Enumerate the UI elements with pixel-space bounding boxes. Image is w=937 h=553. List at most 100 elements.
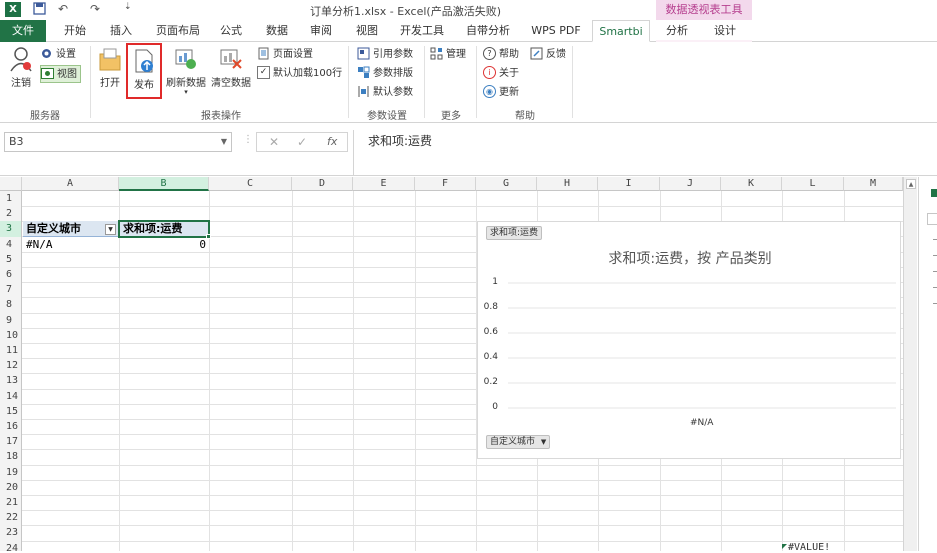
scroll-up-arrow-icon[interactable]: ▲ [906,179,916,189]
page-setup-button[interactable]: 页面设置 [257,46,313,64]
manage-button[interactable]: 管理 [430,46,466,64]
axis-field-button[interactable]: 自定义城市 ▼ [486,435,551,449]
row-header[interactable]: 14 [0,388,22,404]
row-header[interactable]: 4 [0,236,22,252]
ref-params-icon [357,47,370,60]
insert-function-icon[interactable]: fx [327,133,337,151]
column-header[interactable]: I [598,177,660,191]
row-header[interactable]: 7 [0,282,22,298]
active-cell-selection [118,220,210,238]
pivot-field-pane-edge[interactable] [918,177,937,551]
document-title: 订单分析1.xlsx - Excel(产品激活失败) [310,5,501,18]
filter-dropdown-icon[interactable]: ▼ [105,224,116,235]
logout-button[interactable]: 注销 [6,46,36,89]
column-header[interactable]: C [209,177,292,191]
column-header[interactable]: F [415,177,476,191]
tab-insert[interactable]: 插入 [102,20,140,42]
row-header[interactable]: 10 [0,327,22,343]
tab-builtin-analysis[interactable]: 自带分析 [460,20,516,42]
group-divider [476,46,477,118]
tab-wps-pdf[interactable]: WPS PDF [526,20,586,42]
default-load-checkbox[interactable]: ✓ 默认加载100行 [257,65,342,83]
row-header[interactable]: 15 [0,403,22,419]
row-header[interactable]: 22 [0,510,22,526]
row-header[interactable]: 8 [0,297,22,313]
row-header[interactable]: 21 [0,495,22,511]
column-header[interactable]: K [721,177,782,191]
fill-handle[interactable] [206,234,211,239]
row-header[interactable]: 1 [0,191,22,207]
customize-qat-icon[interactable]: ⇣ [124,2,132,12]
row-header[interactable]: 6 [0,267,22,283]
group-label-more: 更多 [441,111,461,122]
help-button[interactable]: ? 帮助 [483,46,519,64]
pivot-row-item[interactable]: #N/A [26,237,116,252]
row-header[interactable]: 3 [0,221,22,237]
tab-developer[interactable]: 开发工具 [394,20,450,42]
column-header[interactable]: A [22,177,119,191]
pane-search-box[interactable] [927,213,937,225]
chevron-down-icon[interactable]: ▼ [221,133,227,151]
row-header[interactable]: 13 [0,373,22,389]
open-button[interactable]: 打开 [96,46,124,89]
row-header[interactable]: 5 [0,251,22,267]
name-box[interactable]: B3 ▼ [4,132,232,152]
vertical-scrollbar[interactable]: ▲ [903,177,917,551]
row-header[interactable]: 18 [0,449,22,465]
error-cell-value[interactable]: #VALUE! [788,542,830,553]
pivot-chart[interactable]: 求和项:运费 求和项:运费，按 产品类别 自定义城市 ▼ 1 0.8 0.6 0.4 0… [477,221,901,459]
row-header[interactable]: 23 [0,525,22,541]
column-header[interactable]: B [119,177,209,191]
column-header[interactable]: J [660,177,721,191]
checkbox-checked-icon: ✓ [257,65,270,79]
undo-icon[interactable]: ↶ [58,2,68,16]
redo-icon[interactable]: ↷ [90,2,100,16]
clear-data-button[interactable]: 清空数据 [209,46,253,89]
column-header[interactable]: G [476,177,537,191]
tab-page-layout[interactable]: 页面布局 [150,20,206,42]
publish-button[interactable]: 发布 [126,43,162,99]
enter-icon[interactable]: ✓ [297,133,307,151]
tab-review[interactable]: 审阅 [302,20,340,42]
about-button[interactable]: i 关于 [483,65,519,83]
row-header[interactable]: 19 [0,464,22,480]
tab-analyze[interactable]: 分析 [656,20,698,42]
tab-home[interactable]: 开始 [56,20,94,42]
row-header[interactable]: 9 [0,312,22,328]
formula-input[interactable]: 求和项:运费 [353,130,937,176]
default-params-button[interactable]: 默认参数 [357,84,413,102]
feedback-button[interactable]: 反馈 [530,46,566,64]
tab-file[interactable]: 文件 [0,20,46,42]
ref-params-label: 引用参数 [373,49,413,60]
cancel-icon[interactable]: ✕ [269,133,279,151]
tab-data[interactable]: 数据 [258,20,296,42]
param-sort-button[interactable]: 参数排版 [357,65,413,83]
row-header[interactable]: 17 [0,434,22,450]
default-params-icon [357,85,370,98]
pivot-value-cell[interactable]: 0 [120,237,206,252]
tab-view[interactable]: 视图 [348,20,386,42]
row-header[interactable]: 2 [0,206,22,222]
grid-line [22,480,903,481]
column-header[interactable]: M [844,177,903,191]
select-all-corner[interactable] [0,177,22,191]
ref-params-button[interactable]: 引用参数 [357,46,413,64]
column-header[interactable]: D [292,177,353,191]
settings-button[interactable]: 设置 [40,46,76,64]
row-header[interactable]: 20 [0,479,22,495]
tab-smartbi[interactable]: Smartbi [592,20,650,42]
save-icon[interactable] [33,2,46,18]
row-header[interactable]: 16 [0,419,22,435]
row-header[interactable]: 11 [0,343,22,359]
column-header[interactable]: E [353,177,415,191]
column-header[interactable]: L [782,177,844,191]
formula-bar: B3 ▼ ⋮ ✕ ✓ fx 求和项:运费 [0,124,937,176]
refresh-data-button[interactable]: 刷新数据 ▾ [164,46,208,96]
row-header[interactable]: 24 [0,540,22,551]
view-button[interactable]: 视图 [40,65,81,83]
tab-design[interactable]: 设计 [704,20,746,42]
tab-formulas[interactable]: 公式 [212,20,250,42]
row-header[interactable]: 12 [0,358,22,374]
update-button[interactable]: ◉ 更新 [483,84,519,102]
column-header[interactable]: H [537,177,598,191]
